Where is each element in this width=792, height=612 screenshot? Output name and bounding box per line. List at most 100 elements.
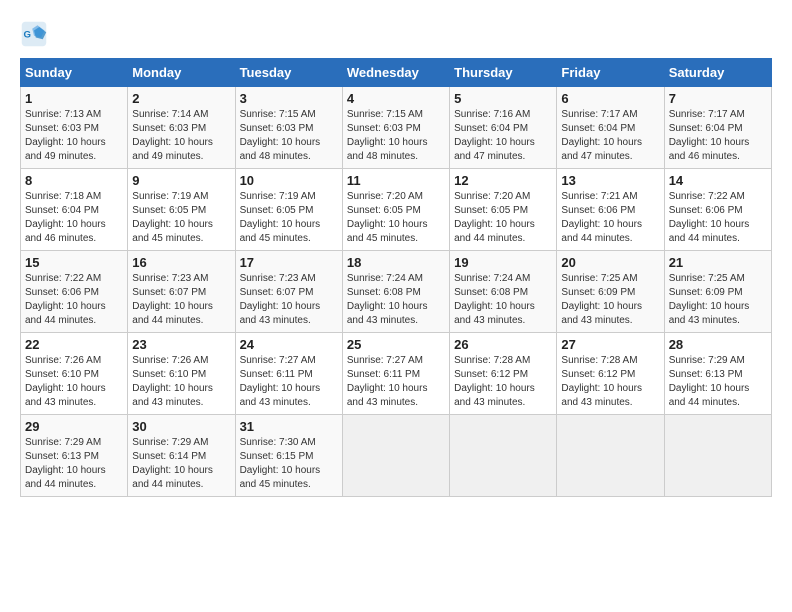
day-cell: 16 Sunrise: 7:23 AM Sunset: 6:07 PM Dayl… — [128, 251, 235, 333]
day-cell: 15 Sunrise: 7:22 AM Sunset: 6:06 PM Dayl… — [21, 251, 128, 333]
day-cell: 22 Sunrise: 7:26 AM Sunset: 6:10 PM Dayl… — [21, 333, 128, 415]
day-cell: 30 Sunrise: 7:29 AM Sunset: 6:14 PM Dayl… — [128, 415, 235, 497]
day-number: 13 — [561, 173, 659, 188]
day-number: 18 — [347, 255, 445, 270]
day-info: Sunrise: 7:27 AM Sunset: 6:11 PM Dayligh… — [347, 354, 445, 410]
day-info: Sunrise: 7:17 AM Sunset: 6:04 PM Dayligh… — [561, 108, 659, 164]
header-cell-monday: Monday — [128, 59, 235, 87]
day-number: 6 — [561, 91, 659, 106]
logo-icon: G — [20, 20, 48, 48]
header-cell-sunday: Sunday — [21, 59, 128, 87]
day-info: Sunrise: 7:22 AM Sunset: 6:06 PM Dayligh… — [669, 190, 767, 246]
header-cell-tuesday: Tuesday — [235, 59, 342, 87]
day-number: 24 — [240, 337, 338, 352]
day-cell: 8 Sunrise: 7:18 AM Sunset: 6:04 PM Dayli… — [21, 169, 128, 251]
day-cell: 6 Sunrise: 7:17 AM Sunset: 6:04 PM Dayli… — [557, 87, 664, 169]
day-info: Sunrise: 7:19 AM Sunset: 6:05 PM Dayligh… — [240, 190, 338, 246]
day-cell: 1 Sunrise: 7:13 AM Sunset: 6:03 PM Dayli… — [21, 87, 128, 169]
day-cell: 9 Sunrise: 7:19 AM Sunset: 6:05 PM Dayli… — [128, 169, 235, 251]
week-row-5: 29 Sunrise: 7:29 AM Sunset: 6:13 PM Dayl… — [21, 415, 772, 497]
week-row-2: 8 Sunrise: 7:18 AM Sunset: 6:04 PM Dayli… — [21, 169, 772, 251]
header-cell-wednesday: Wednesday — [342, 59, 449, 87]
day-cell: 20 Sunrise: 7:25 AM Sunset: 6:09 PM Dayl… — [557, 251, 664, 333]
day-info: Sunrise: 7:24 AM Sunset: 6:08 PM Dayligh… — [347, 272, 445, 328]
day-info: Sunrise: 7:19 AM Sunset: 6:05 PM Dayligh… — [132, 190, 230, 246]
day-cell: 17 Sunrise: 7:23 AM Sunset: 6:07 PM Dayl… — [235, 251, 342, 333]
header-cell-thursday: Thursday — [450, 59, 557, 87]
day-info: Sunrise: 7:13 AM Sunset: 6:03 PM Dayligh… — [25, 108, 123, 164]
day-number: 7 — [669, 91, 767, 106]
day-info: Sunrise: 7:20 AM Sunset: 6:05 PM Dayligh… — [454, 190, 552, 246]
day-info: Sunrise: 7:29 AM Sunset: 6:13 PM Dayligh… — [25, 436, 123, 492]
day-number: 30 — [132, 419, 230, 434]
day-info: Sunrise: 7:20 AM Sunset: 6:05 PM Dayligh… — [347, 190, 445, 246]
day-cell: 25 Sunrise: 7:27 AM Sunset: 6:11 PM Dayl… — [342, 333, 449, 415]
svg-text:G: G — [24, 30, 31, 41]
day-number: 16 — [132, 255, 230, 270]
day-number: 21 — [669, 255, 767, 270]
day-number: 9 — [132, 173, 230, 188]
day-info: Sunrise: 7:24 AM Sunset: 6:08 PM Dayligh… — [454, 272, 552, 328]
logo: G — [20, 20, 52, 48]
week-row-4: 22 Sunrise: 7:26 AM Sunset: 6:10 PM Dayl… — [21, 333, 772, 415]
day-cell: 31 Sunrise: 7:30 AM Sunset: 6:15 PM Dayl… — [235, 415, 342, 497]
day-cell — [664, 415, 771, 497]
day-cell: 10 Sunrise: 7:19 AM Sunset: 6:05 PM Dayl… — [235, 169, 342, 251]
day-number: 27 — [561, 337, 659, 352]
day-number: 10 — [240, 173, 338, 188]
header: G — [20, 20, 772, 48]
day-cell: 13 Sunrise: 7:21 AM Sunset: 6:06 PM Dayl… — [557, 169, 664, 251]
day-info: Sunrise: 7:23 AM Sunset: 6:07 PM Dayligh… — [132, 272, 230, 328]
day-info: Sunrise: 7:22 AM Sunset: 6:06 PM Dayligh… — [25, 272, 123, 328]
day-info: Sunrise: 7:28 AM Sunset: 6:12 PM Dayligh… — [454, 354, 552, 410]
header-row: SundayMondayTuesdayWednesdayThursdayFrid… — [21, 59, 772, 87]
day-cell: 27 Sunrise: 7:28 AM Sunset: 6:12 PM Dayl… — [557, 333, 664, 415]
day-cell: 11 Sunrise: 7:20 AM Sunset: 6:05 PM Dayl… — [342, 169, 449, 251]
day-cell: 4 Sunrise: 7:15 AM Sunset: 6:03 PM Dayli… — [342, 87, 449, 169]
day-number: 25 — [347, 337, 445, 352]
week-row-3: 15 Sunrise: 7:22 AM Sunset: 6:06 PM Dayl… — [21, 251, 772, 333]
day-number: 19 — [454, 255, 552, 270]
day-number: 2 — [132, 91, 230, 106]
day-cell — [450, 415, 557, 497]
day-info: Sunrise: 7:15 AM Sunset: 6:03 PM Dayligh… — [347, 108, 445, 164]
day-cell: 3 Sunrise: 7:15 AM Sunset: 6:03 PM Dayli… — [235, 87, 342, 169]
header-cell-saturday: Saturday — [664, 59, 771, 87]
day-number: 31 — [240, 419, 338, 434]
day-cell: 7 Sunrise: 7:17 AM Sunset: 6:04 PM Dayli… — [664, 87, 771, 169]
day-number: 3 — [240, 91, 338, 106]
day-cell — [557, 415, 664, 497]
day-number: 28 — [669, 337, 767, 352]
day-number: 14 — [669, 173, 767, 188]
day-info: Sunrise: 7:28 AM Sunset: 6:12 PM Dayligh… — [561, 354, 659, 410]
day-number: 22 — [25, 337, 123, 352]
day-cell — [342, 415, 449, 497]
week-row-1: 1 Sunrise: 7:13 AM Sunset: 6:03 PM Dayli… — [21, 87, 772, 169]
day-info: Sunrise: 7:29 AM Sunset: 6:13 PM Dayligh… — [669, 354, 767, 410]
day-cell: 18 Sunrise: 7:24 AM Sunset: 6:08 PM Dayl… — [342, 251, 449, 333]
day-cell: 12 Sunrise: 7:20 AM Sunset: 6:05 PM Dayl… — [450, 169, 557, 251]
day-cell: 29 Sunrise: 7:29 AM Sunset: 6:13 PM Dayl… — [21, 415, 128, 497]
day-cell: 21 Sunrise: 7:25 AM Sunset: 6:09 PM Dayl… — [664, 251, 771, 333]
day-info: Sunrise: 7:25 AM Sunset: 6:09 PM Dayligh… — [561, 272, 659, 328]
day-number: 23 — [132, 337, 230, 352]
day-number: 17 — [240, 255, 338, 270]
day-info: Sunrise: 7:26 AM Sunset: 6:10 PM Dayligh… — [25, 354, 123, 410]
day-cell: 5 Sunrise: 7:16 AM Sunset: 6:04 PM Dayli… — [450, 87, 557, 169]
header-cell-friday: Friday — [557, 59, 664, 87]
day-number: 5 — [454, 91, 552, 106]
day-info: Sunrise: 7:18 AM Sunset: 6:04 PM Dayligh… — [25, 190, 123, 246]
day-number: 12 — [454, 173, 552, 188]
day-number: 1 — [25, 91, 123, 106]
day-info: Sunrise: 7:29 AM Sunset: 6:14 PM Dayligh… — [132, 436, 230, 492]
day-info: Sunrise: 7:17 AM Sunset: 6:04 PM Dayligh… — [669, 108, 767, 164]
day-number: 20 — [561, 255, 659, 270]
day-number: 29 — [25, 419, 123, 434]
day-info: Sunrise: 7:30 AM Sunset: 6:15 PM Dayligh… — [240, 436, 338, 492]
day-number: 26 — [454, 337, 552, 352]
day-cell: 14 Sunrise: 7:22 AM Sunset: 6:06 PM Dayl… — [664, 169, 771, 251]
calendar-table: SundayMondayTuesdayWednesdayThursdayFrid… — [20, 58, 772, 497]
day-cell: 26 Sunrise: 7:28 AM Sunset: 6:12 PM Dayl… — [450, 333, 557, 415]
day-info: Sunrise: 7:23 AM Sunset: 6:07 PM Dayligh… — [240, 272, 338, 328]
day-cell: 2 Sunrise: 7:14 AM Sunset: 6:03 PM Dayli… — [128, 87, 235, 169]
